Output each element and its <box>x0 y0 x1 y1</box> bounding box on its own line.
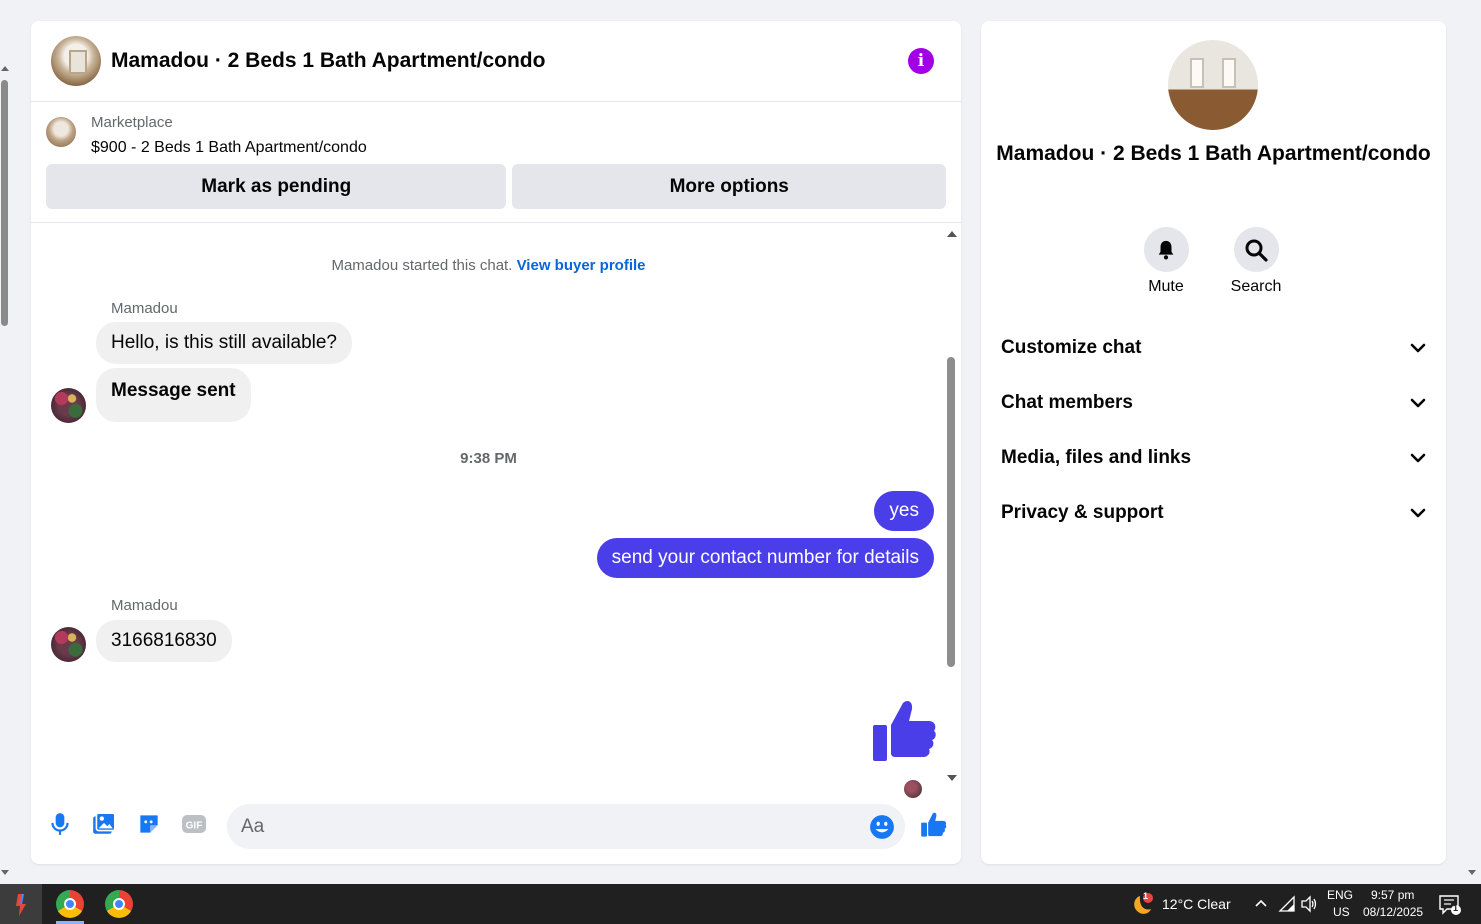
section-customize-chat[interactable]: Customize chat <box>1001 333 1426 363</box>
microphone-icon[interactable] <box>47 811 73 837</box>
mute-action[interactable]: Mute <box>1126 227 1206 296</box>
conversation-info-panel: Mamadou · 2 Beds 1 Bath Apartment/condo … <box>981 21 1446 864</box>
network-icon[interactable] <box>1278 895 1296 913</box>
conversation-avatar[interactable] <box>1168 40 1258 130</box>
outgoing-message[interactable]: send your contact number for details <box>596 538 934 578</box>
incoming-message[interactable]: Hello, is this still available? <box>96 322 352 364</box>
scroll-down-arrow[interactable] <box>1 870 9 875</box>
clock-date[interactable]: 08/12/2025 <box>1363 905 1423 919</box>
chrome-profile-h-icon[interactable] <box>56 890 84 918</box>
view-buyer-profile-link[interactable]: View buyer profile <box>517 257 646 274</box>
scroll-thumb[interactable] <box>1 80 8 326</box>
notification-center-icon[interactable] <box>1438 894 1462 916</box>
gif-icon[interactable]: GIF <box>181 811 207 837</box>
message-input[interactable]: Aa <box>227 804 905 849</box>
message-composer: GIF Aa <box>31 801 961 853</box>
info-icon[interactable]: i <box>908 48 934 74</box>
thumbs-up-sticker-icon[interactable] <box>871 699 937 763</box>
conversation-name: Mamadou · 2 Beds 1 Bath Apartment/condo <box>996 142 1431 165</box>
marketplace-bar: Marketplace $900 - 2 Beds 1 Bath Apartme… <box>31 102 961 223</box>
message-scroll-down[interactable] <box>947 775 957 781</box>
message-scrollbar[interactable] <box>946 229 957 785</box>
message-input-placeholder: Aa <box>241 815 265 837</box>
section-media-files-links[interactable]: Media, files and links <box>1001 443 1426 473</box>
listing-avatar[interactable] <box>51 36 101 86</box>
incoming-message[interactable]: Message sent <box>96 368 251 422</box>
search-icon <box>1245 239 1268 262</box>
section-label: Chat members <box>1001 392 1133 413</box>
sender-avatar[interactable] <box>51 627 86 662</box>
weather-text[interactable]: 12°C Clear <box>1162 896 1231 912</box>
page-scrollbar[interactable] <box>0 60 10 880</box>
section-label: Media, files and links <box>1001 447 1192 468</box>
marketplace-label: Marketplace <box>91 114 173 131</box>
incoming-message[interactable]: 3166816830 <box>96 620 232 662</box>
chat-started-notice: Mamadou started this chat. View buyer pr… <box>31 257 946 274</box>
weather-badge: 1 <box>1143 891 1149 901</box>
chat-header: Mamadou · 2 Beds 1 Bath Apartment/condo … <box>31 21 961 102</box>
chevron-down-icon <box>1410 343 1426 353</box>
notification-count: 1 <box>1453 903 1459 913</box>
scroll-up-arrow[interactable] <box>1 66 9 71</box>
clock-time[interactable]: 9:57 pm <box>1371 888 1414 902</box>
chat-title[interactable]: Mamadou · 2 Beds 1 Bath Apartment/condo <box>111 49 545 73</box>
start-button[interactable] <box>0 884 42 924</box>
search-label: Search <box>1230 278 1282 295</box>
chevron-down-icon <box>1410 508 1426 518</box>
message-timestamp: 9:38 PM <box>460 450 517 467</box>
chat-panel: Mamadou · 2 Beds 1 Bath Apartment/condo … <box>31 21 961 864</box>
section-chat-members[interactable]: Chat members <box>1001 388 1426 418</box>
mark-as-pending-button[interactable]: Mark as pending <box>46 164 507 209</box>
language-indicator[interactable]: ENG <box>1327 888 1353 902</box>
sticker-icon[interactable] <box>136 811 162 837</box>
sender-avatar[interactable] <box>51 388 86 423</box>
section-label: Privacy & support <box>1001 502 1164 523</box>
bell-icon <box>1158 240 1174 259</box>
taskbar: 1 12°C Clear ENG US 9:57 pm 08/12/2025 1 <box>0 884 1481 924</box>
right-scroll-down-arrow[interactable] <box>1468 870 1476 875</box>
photo-attach-icon[interactable] <box>91 811 117 837</box>
mute-label: Mute <box>1148 278 1184 295</box>
sender-name: Mamadou <box>111 597 178 614</box>
message-scroll-up[interactable] <box>947 231 957 237</box>
chevron-up-icon[interactable] <box>1254 898 1268 908</box>
listing-thumbnail[interactable] <box>46 117 76 147</box>
weather-moon-icon[interactable] <box>1128 892 1154 918</box>
search-action[interactable]: Search <box>1216 227 1296 296</box>
region-indicator: US <box>1333 905 1350 919</box>
emoji-icon[interactable] <box>869 814 895 840</box>
svg-text:GIF: GIF <box>186 821 203 832</box>
seen-avatar <box>904 780 922 798</box>
outgoing-message[interactable]: yes <box>874 491 934 531</box>
chrome-profile-icon[interactable] <box>105 890 133 918</box>
message-list[interactable]: Mamadou started this chat. View buyer pr… <box>31 225 961 798</box>
like-send-icon[interactable] <box>920 811 948 839</box>
chat-started-text: Mamadou started this chat. <box>331 257 513 274</box>
chevron-down-icon <box>1410 398 1426 408</box>
speaker-icon[interactable] <box>1300 895 1318 913</box>
message-scroll-thumb[interactable] <box>947 357 955 667</box>
sender-name: Mamadou <box>111 300 178 317</box>
section-privacy-support[interactable]: Privacy & support <box>1001 498 1426 528</box>
listing-price-title[interactable]: $900 - 2 Beds 1 Bath Apartment/condo <box>91 138 367 158</box>
section-label: Customize chat <box>1001 337 1142 358</box>
chevron-down-icon <box>1410 453 1426 463</box>
app-launcher-icon <box>16 894 26 916</box>
more-options-button[interactable]: More options <box>512 164 946 209</box>
